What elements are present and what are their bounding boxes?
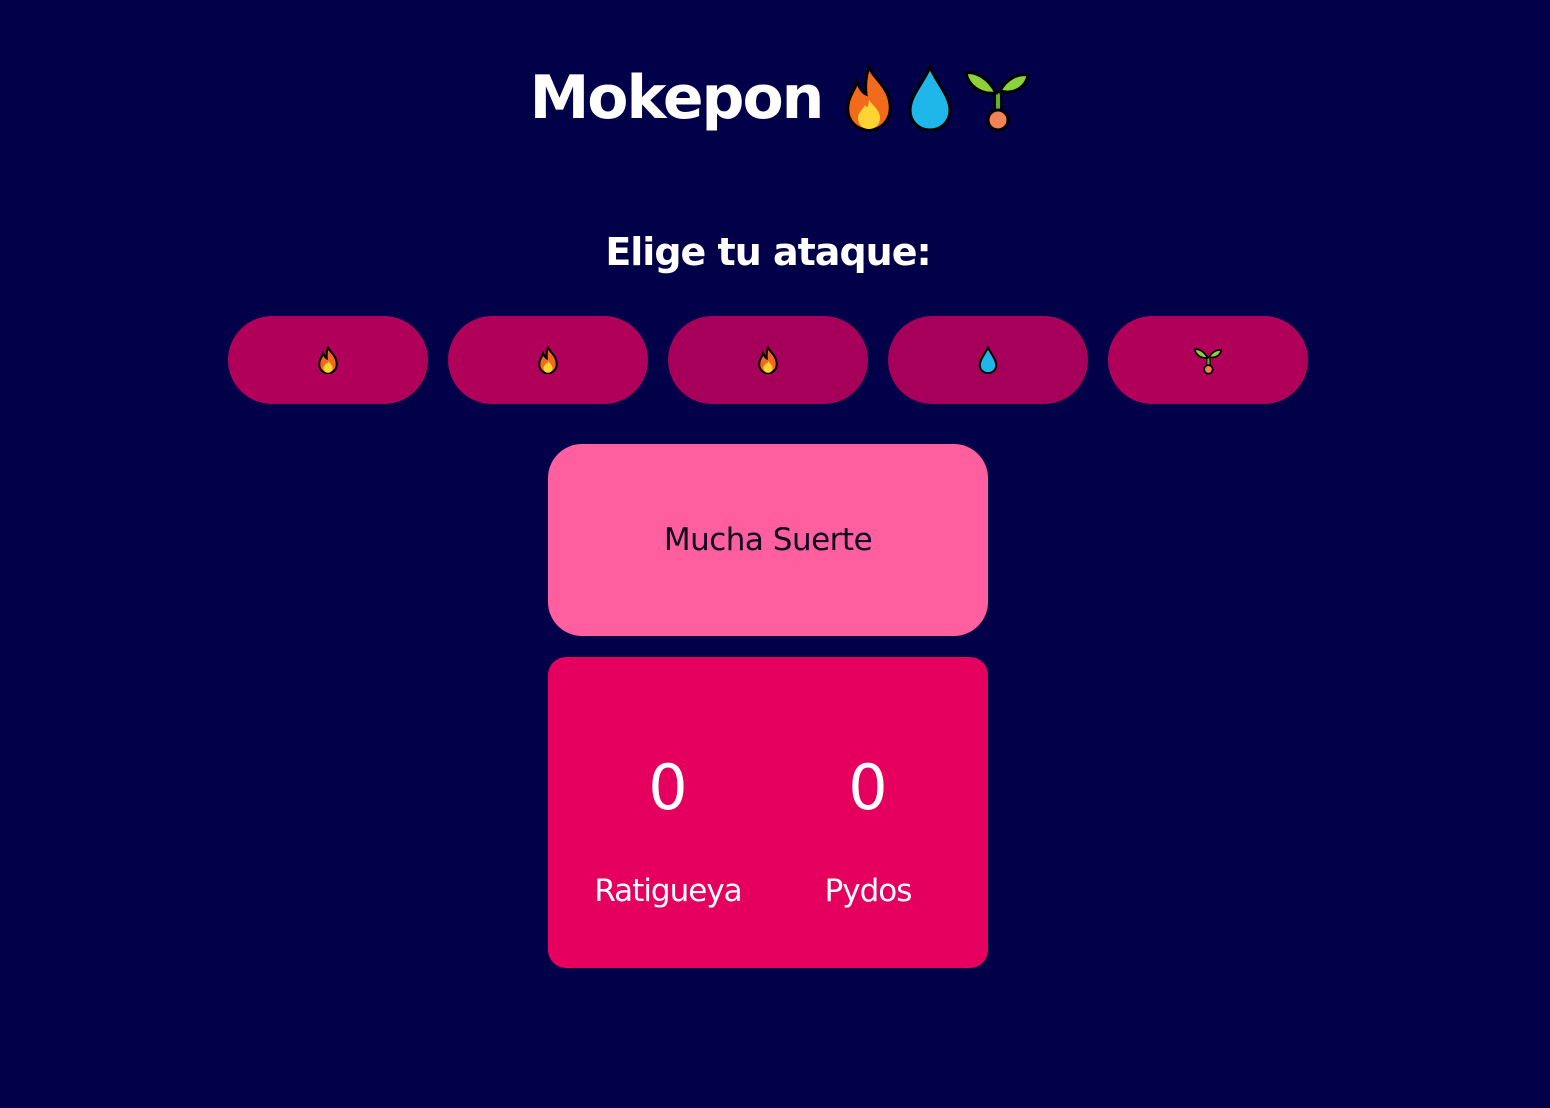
game-page: Mokepon Elige tu ataque: Mucha Suerte 0 …	[0, 0, 1550, 1108]
fire-attack-button-2[interactable]	[448, 316, 648, 404]
fire-attack-button-1[interactable]	[228, 316, 428, 404]
page-title: Mokepon	[529, 63, 825, 133]
player-pet-name: Ratigueya	[594, 873, 742, 909]
water-drop-icon	[977, 346, 999, 374]
seedling-icon	[962, 63, 1032, 133]
header: Mokepon	[0, 58, 1550, 138]
enemy-lives: 0	[848, 751, 888, 824]
fire-icon	[316, 346, 340, 374]
fire-icon	[756, 346, 780, 374]
result-message-box: Mucha Suerte	[548, 444, 988, 636]
player-lives: 0	[648, 751, 688, 824]
enemy-score: 0 Pydos	[768, 657, 968, 968]
attack-prompt: Elige tu ataque:	[605, 230, 931, 274]
title-icons	[840, 63, 1032, 133]
player-score: 0 Ratigueya	[568, 657, 768, 968]
result-message: Mucha Suerte	[663, 522, 873, 558]
plant-attack-button[interactable]	[1108, 316, 1308, 404]
fire-attack-button-3[interactable]	[668, 316, 868, 404]
water-drop-icon	[904, 64, 956, 132]
attack-buttons	[228, 316, 1308, 404]
water-attack-button[interactable]	[888, 316, 1088, 404]
fire-icon	[536, 346, 560, 374]
fire-icon	[840, 64, 898, 132]
enemy-pet-name: Pydos	[824, 873, 913, 909]
seedling-icon	[1193, 345, 1223, 375]
scoreboard: 0 Ratigueya 0 Pydos	[548, 657, 988, 968]
